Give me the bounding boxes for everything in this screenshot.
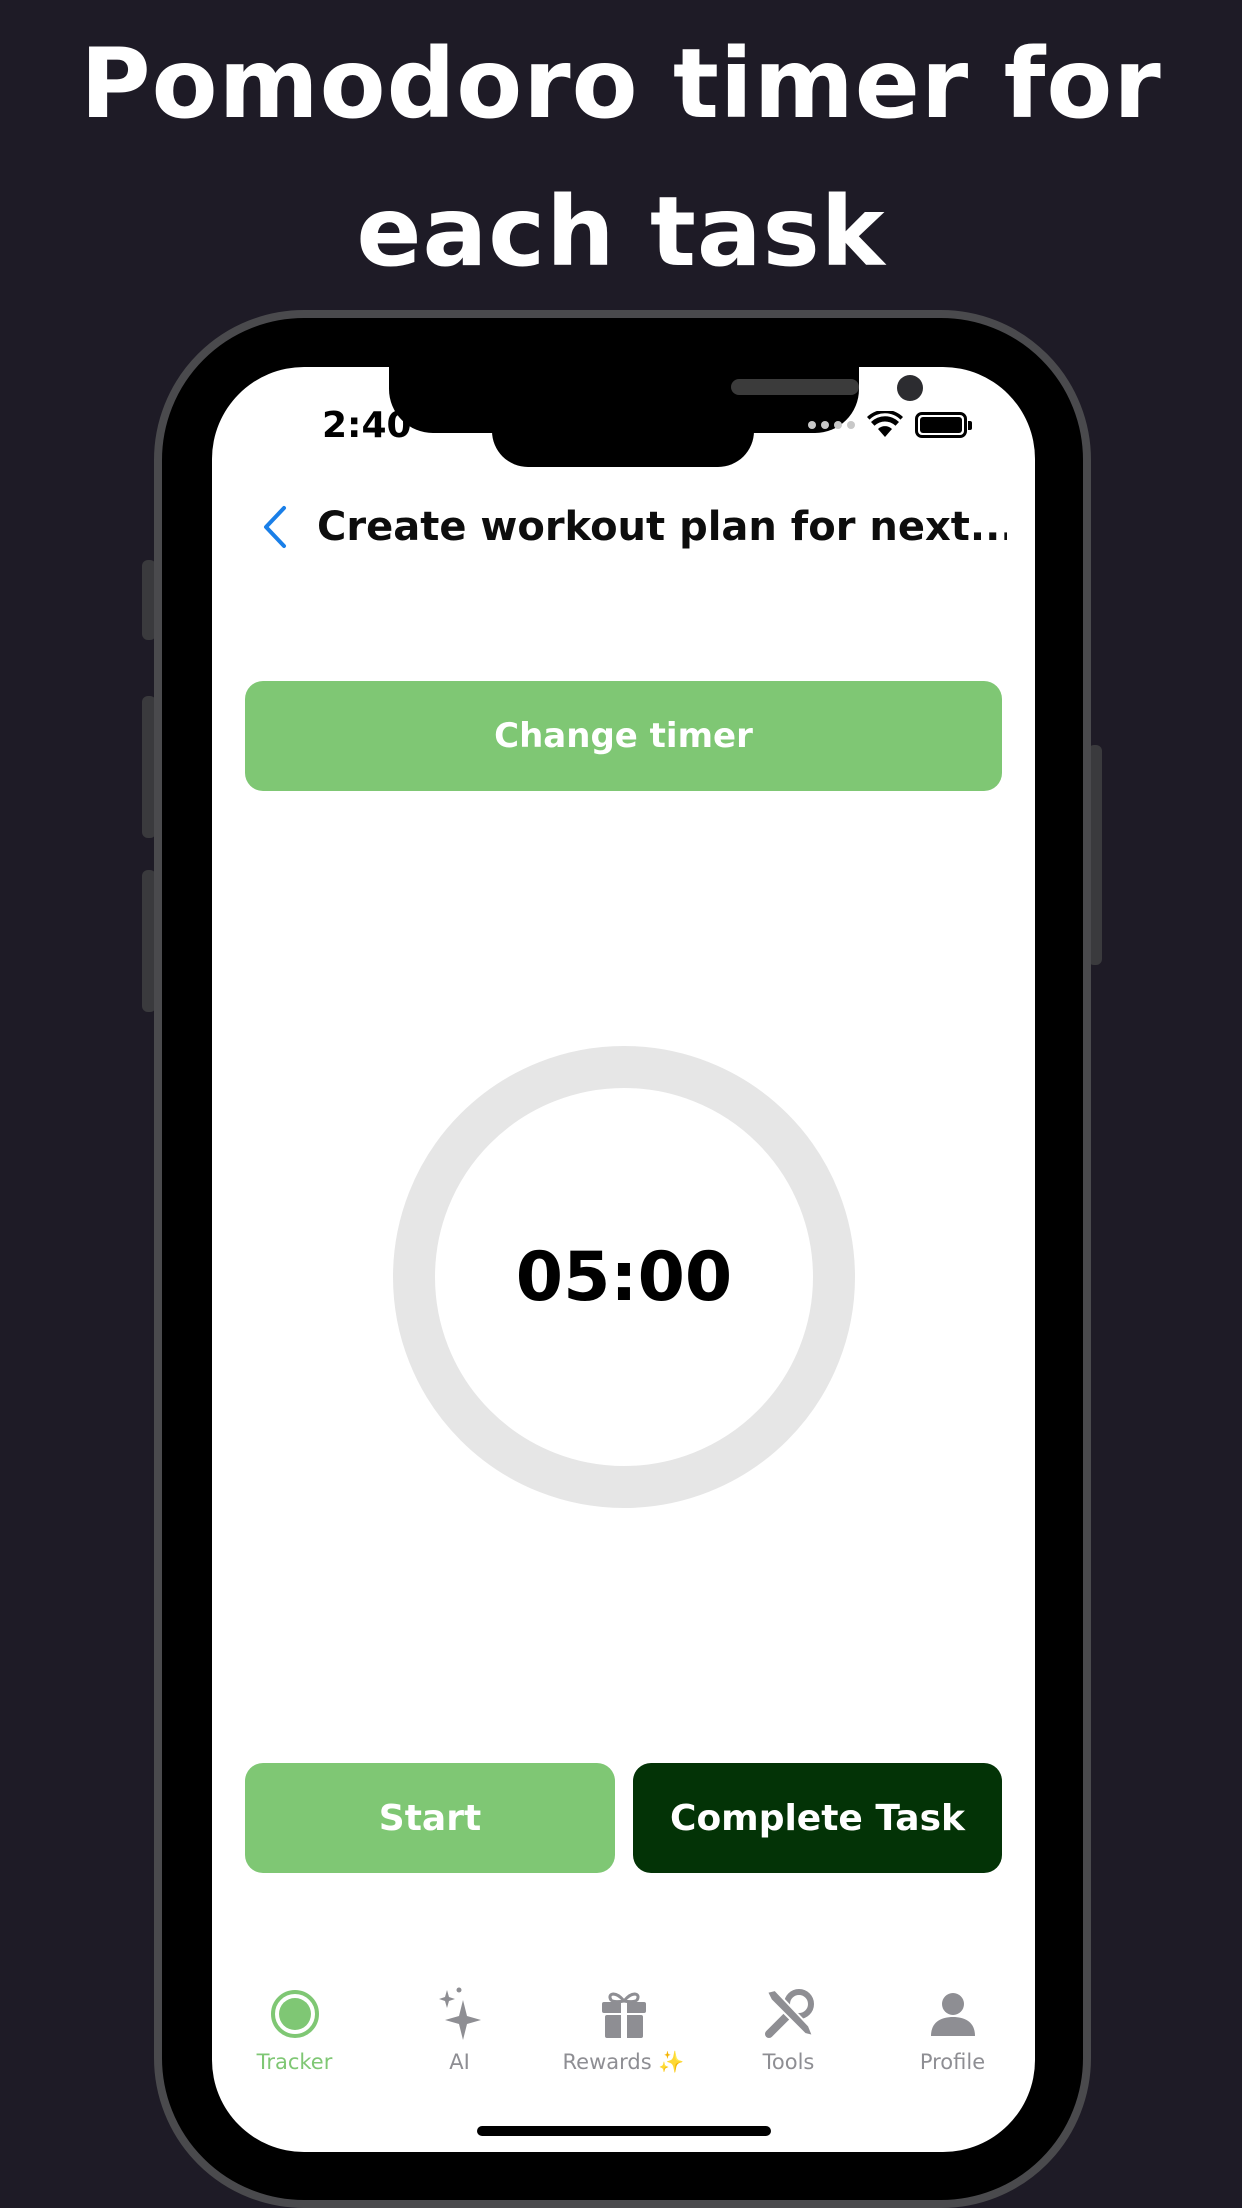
battery-icon (915, 412, 972, 438)
tab-ai[interactable]: AI (377, 1982, 542, 2074)
tab-bar: Tracker AI Rewards ✨ Tools Profile (212, 1982, 1035, 2092)
home-indicator[interactable] (477, 2126, 771, 2136)
timer-display: 05:00 (515, 1237, 733, 1317)
headline-line-1: Pomodoro timer for (80, 28, 1162, 140)
headline-line-2: each task (356, 176, 886, 288)
start-button[interactable]: Start (245, 1763, 615, 1873)
change-timer-button[interactable]: Change timer (245, 681, 1002, 791)
tab-label-rewards: Rewards ✨ (562, 2050, 685, 2074)
status-time: 2:40 (322, 405, 412, 446)
chevron-left-icon (264, 506, 286, 548)
promo-headline: Pomodoro timer for each task (0, 10, 1242, 306)
back-button[interactable] (250, 497, 300, 557)
tab-rewards[interactable]: Rewards ✨ (541, 1982, 706, 2075)
tab-label-tracker: Tracker (256, 2050, 333, 2074)
complete-task-button[interactable]: Complete Task (633, 1763, 1002, 1873)
tracker-circle-icon (270, 1982, 320, 2046)
tab-label-profile: Profile (919, 2050, 986, 2074)
timer-ring: 05:00 (393, 1046, 855, 1508)
gift-icon (599, 1982, 649, 2046)
tab-label-ai: AI (449, 2050, 470, 2074)
tab-tools[interactable]: Tools (706, 1982, 871, 2074)
wifi-icon (867, 411, 903, 437)
tab-label-tools: Tools (762, 2050, 815, 2074)
tab-tracker[interactable]: Tracker (212, 1982, 377, 2074)
phone-screen: 2:40 Create workout plan for next... Cha… (212, 367, 1035, 2152)
speaker-grille (731, 379, 859, 395)
page-title: Create workout plan for next... (317, 504, 1007, 550)
tools-icon (761, 1982, 817, 2046)
front-camera (897, 375, 923, 401)
notch-lower (492, 407, 754, 467)
cellular-signal-icon (808, 421, 855, 429)
tab-profile[interactable]: Profile (870, 1982, 1035, 2074)
sparkles-icon (435, 1982, 485, 2046)
status-icons (808, 411, 972, 439)
person-icon (929, 1982, 977, 2046)
